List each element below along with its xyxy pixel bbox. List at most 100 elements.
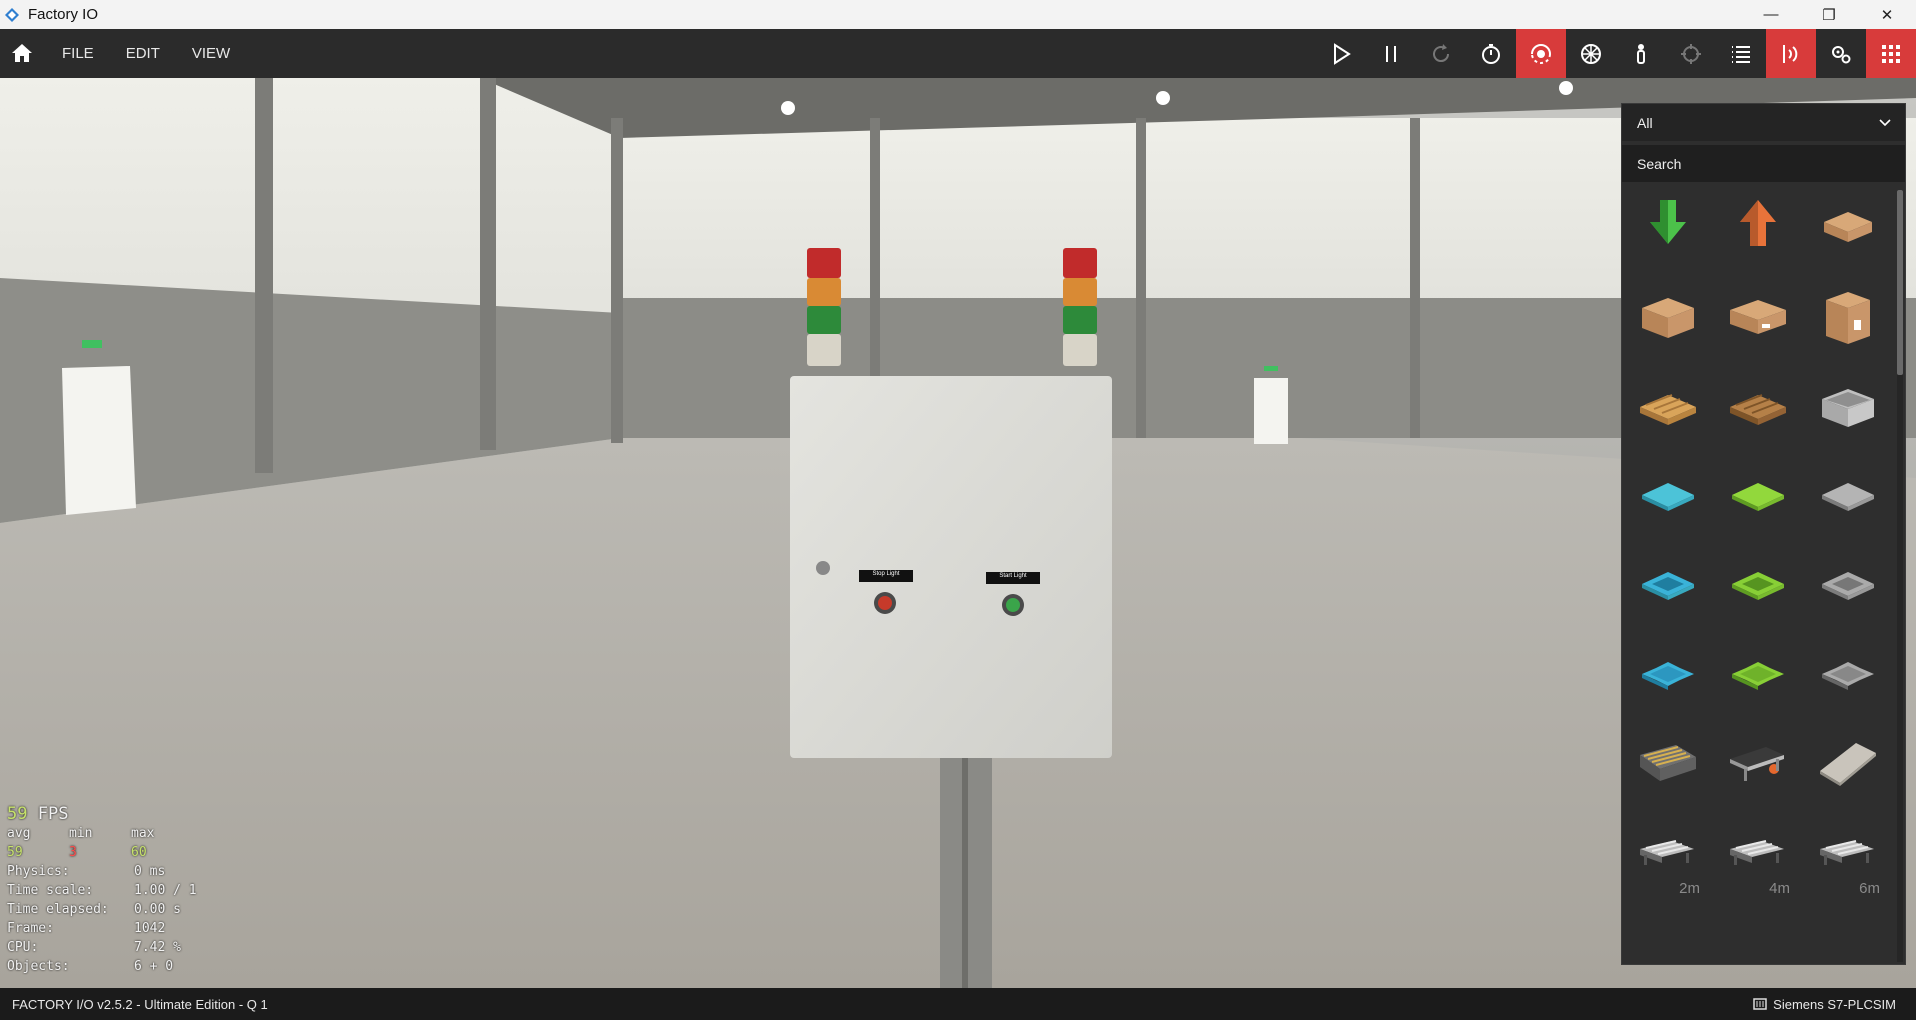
parts-palette: All 2m 4m 6m xyxy=(1621,103,1906,965)
stack-light-left xyxy=(807,248,841,366)
home-icon[interactable] xyxy=(10,41,34,65)
drivers-button[interactable] xyxy=(1816,29,1866,78)
palette-item-roller-conveyor-4m[interactable]: 4m xyxy=(1722,819,1794,897)
palette-item-length-label: 2m xyxy=(1679,879,1700,897)
menu-edit[interactable]: EDIT xyxy=(126,45,175,62)
stat-frame-key: Frame: xyxy=(7,921,54,936)
pause-icon xyxy=(1386,45,1396,62)
palette-item-roller-conveyor[interactable] xyxy=(1632,729,1704,801)
fps-avg: 59 xyxy=(7,845,23,860)
status-bar: FACTORY I/O v2.5.2 - Ultimate Edition - … xyxy=(0,988,1916,1020)
palette-item-green-raw-material[interactable] xyxy=(1722,461,1794,533)
metal-product-lid-icon xyxy=(1822,661,1874,690)
sensors-button[interactable] xyxy=(1766,29,1816,78)
palette-grid-button[interactable] xyxy=(1866,29,1916,78)
belt-conveyor-icon xyxy=(1730,747,1784,781)
target-button[interactable] xyxy=(1666,29,1716,78)
pause-button[interactable] xyxy=(1366,29,1416,78)
stat-header-min: min xyxy=(69,826,93,841)
green-raw-material-icon xyxy=(1732,482,1784,511)
remover-icon xyxy=(1650,200,1686,244)
driver-indicator[interactable]: Siemens S7-PLCSIM xyxy=(1753,997,1896,1012)
stat-elapsed-value: 0.00 s xyxy=(134,902,181,917)
menu-view[interactable]: VIEW xyxy=(192,45,245,62)
palette-scroll-thumb[interactable] xyxy=(1897,190,1903,375)
palette-item-metal-product-lid[interactable] xyxy=(1812,640,1884,712)
palette-item-blue-product-lid[interactable] xyxy=(1632,640,1704,712)
stat-cpu-value: 7.42 % xyxy=(134,940,181,955)
stat-frame-value: 1042 xyxy=(134,921,166,936)
start-button[interactable] xyxy=(1002,594,1024,616)
stat-header-avg: avg xyxy=(7,826,31,841)
palette-item-floor-plate[interactable] xyxy=(1812,729,1884,801)
palette-item-blue-product-base[interactable] xyxy=(1632,550,1704,622)
palette-item-green-product-lid[interactable] xyxy=(1722,640,1794,712)
orbit-camera-icon xyxy=(1531,43,1551,64)
fps-min: 3 xyxy=(69,845,77,860)
palette-scrollbar[interactable] xyxy=(1897,190,1903,962)
reset-button[interactable] xyxy=(1416,29,1466,78)
palette-item-dark-pallet[interactable] xyxy=(1722,371,1794,443)
stat-timescale-key: Time scale: xyxy=(7,883,94,898)
green-product-lid-icon xyxy=(1732,661,1784,690)
stat-objects-key: Objects: xyxy=(7,959,70,974)
fps-unit: FPS xyxy=(37,804,69,824)
palette-item-roller-conveyor-6m[interactable]: 6m xyxy=(1812,819,1884,897)
small-box-icon xyxy=(1824,212,1872,242)
driver-name: Siemens S7-PLCSIM xyxy=(1773,996,1896,1012)
palette-item-roller-conveyor-2m[interactable]: 2m xyxy=(1632,819,1704,897)
floor-plate-icon xyxy=(1820,743,1876,786)
stackable-box-icon xyxy=(1822,389,1874,427)
window-controls: — ❐ ✕ xyxy=(1742,0,1916,29)
timer-icon xyxy=(1482,43,1500,64)
palette-item-stackable-box[interactable] xyxy=(1812,371,1884,443)
pallet-icon xyxy=(1640,394,1696,425)
palette-item-green-product-base[interactable] xyxy=(1722,550,1794,622)
orbit-camera-button[interactable] xyxy=(1516,29,1566,78)
restore-button[interactable]: ❐ xyxy=(1800,0,1858,29)
reset-icon xyxy=(1433,43,1450,62)
palette-item-pallet[interactable] xyxy=(1632,371,1704,443)
palette-item-belt-conveyor[interactable] xyxy=(1722,729,1794,801)
palette-item-blue-raw-material[interactable] xyxy=(1632,461,1704,533)
dark-pallet-icon xyxy=(1730,394,1786,425)
play-icon xyxy=(1334,42,1351,65)
palette-search-input[interactable] xyxy=(1622,145,1905,182)
stat-header-max: max xyxy=(131,826,155,841)
palette-item-metal-raw-material[interactable] xyxy=(1812,461,1884,533)
palette-item-small-box[interactable] xyxy=(1812,192,1884,264)
stop-button[interactable] xyxy=(874,592,896,614)
chevron-down-icon xyxy=(1879,118,1891,126)
palette-item-remover[interactable] xyxy=(1632,192,1704,264)
emitter-icon xyxy=(1740,200,1776,246)
plc-icon xyxy=(1753,998,1767,1010)
menu-file[interactable]: FILE xyxy=(62,45,109,62)
list-button[interactable] xyxy=(1716,29,1766,78)
drivers-icon xyxy=(1832,45,1851,63)
category-filter-value: All xyxy=(1637,114,1653,131)
stat-physics-key: Physics: xyxy=(7,864,70,879)
timer-button[interactable] xyxy=(1466,29,1516,78)
metal-raw-material-icon xyxy=(1822,482,1874,511)
blue-product-base-icon xyxy=(1642,572,1694,600)
palette-grid: 2m 4m 6m xyxy=(1622,187,1894,962)
toolbar-tools xyxy=(1316,29,1916,78)
stat-timescale-value: 1.00 / 1 xyxy=(134,883,197,898)
palette-item-length-label: 4m xyxy=(1769,879,1790,897)
close-button[interactable]: ✕ xyxy=(1858,0,1916,29)
blue-raw-material-icon xyxy=(1642,482,1694,511)
category-filter[interactable]: All xyxy=(1622,104,1905,141)
play-button[interactable] xyxy=(1316,29,1366,78)
palette-item-emitter[interactable] xyxy=(1722,192,1794,264)
palette-item-large-box[interactable] xyxy=(1812,282,1884,354)
palette-item-metal-product-base[interactable] xyxy=(1812,550,1884,622)
stop-light-label: Stop Light xyxy=(872,571,900,577)
minimize-button[interactable]: — xyxy=(1742,0,1800,29)
palette-item-flat-box[interactable] xyxy=(1722,282,1794,354)
fly-camera-button[interactable] xyxy=(1566,29,1616,78)
fps-max: 60 xyxy=(131,845,147,860)
first-person-button[interactable] xyxy=(1616,29,1666,78)
stat-cpu-key: CPU: xyxy=(7,940,39,955)
palette-item-length-label: 6m xyxy=(1859,879,1880,897)
palette-item-medium-box[interactable] xyxy=(1632,282,1704,354)
